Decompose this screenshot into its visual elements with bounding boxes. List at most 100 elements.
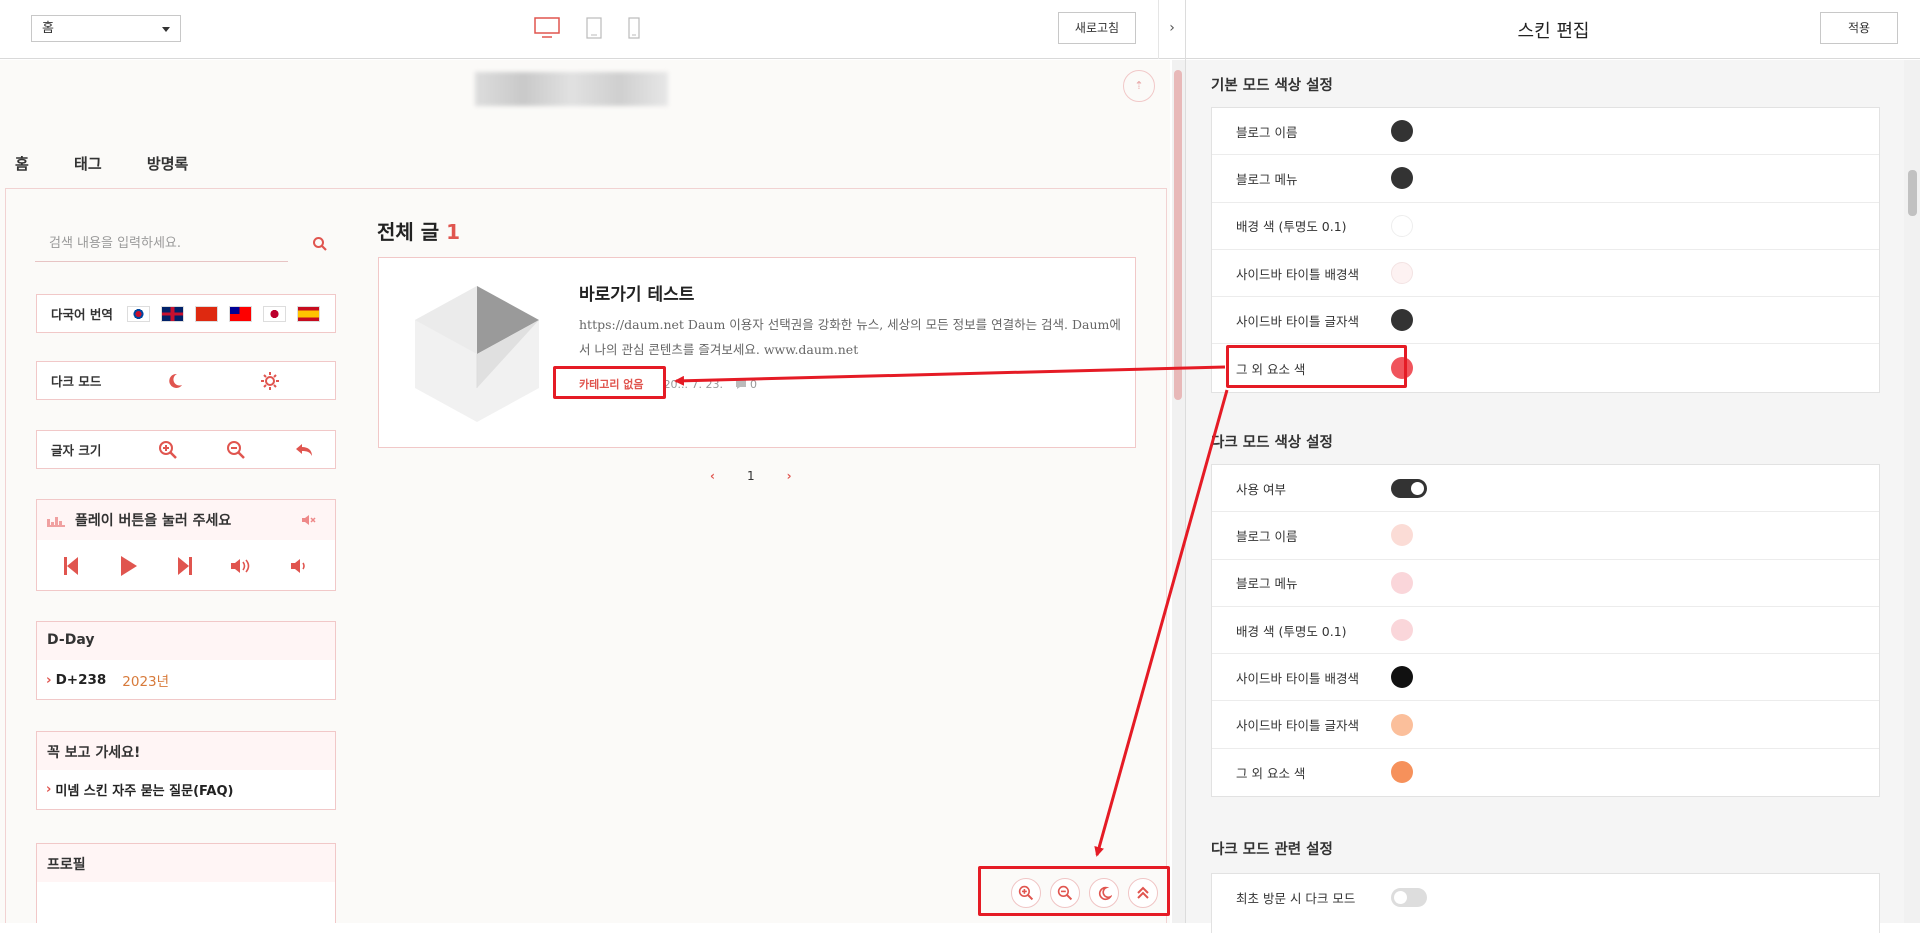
blog-preview: ⇡ 홈 태그 방명록 검색 내용을 입력하세요. 다국어 번역 다크 모드 글자…	[0, 60, 1170, 923]
color-swatch[interactable]	[1391, 666, 1413, 689]
apply-button[interactable]: 적용	[1820, 12, 1898, 44]
color-row-label: 블로그 이름	[1236, 528, 1298, 544]
mobile-icon[interactable]	[628, 17, 640, 39]
zoom-in-icon[interactable]	[158, 440, 178, 460]
sun-icon[interactable]	[261, 371, 279, 390]
moon-icon	[1098, 886, 1112, 900]
flag-uk-icon[interactable]	[160, 305, 184, 322]
translate-widget: 다국어 번역	[36, 294, 336, 333]
undo-icon[interactable]	[294, 440, 314, 460]
color-row-label: 사이드바 타이틀 배경색	[1236, 670, 1359, 686]
chevron-down-icon	[162, 27, 170, 32]
color-swatch[interactable]	[1391, 120, 1413, 143]
search-input[interactable]: 검색 내용을 입력하세요.	[35, 229, 288, 262]
panel-scrollbar[interactable]	[1904, 60, 1920, 923]
desktop-icon[interactable]	[534, 17, 560, 39]
comment-count: 0	[750, 377, 758, 391]
dark-mode-label: 다크 모드	[51, 374, 102, 389]
color-row-label: 배경 색 (투명도 0.1)	[1236, 219, 1347, 235]
page-select[interactable]: 홈	[31, 15, 181, 42]
color-row-sidebar-title-bg: 사이드바 타이틀 배경색	[1212, 250, 1879, 298]
list-title: 전체 글 1	[377, 216, 460, 245]
color-swatch[interactable]	[1391, 214, 1413, 237]
mute-icon[interactable]	[301, 513, 317, 527]
color-row-background: 배경 색 (투명도 0.1)	[1212, 203, 1879, 250]
flag-korea-icon[interactable]	[126, 305, 150, 322]
color-swatch[interactable]	[1391, 262, 1413, 285]
basic-color-section-title: 기본 모드 색상 설정	[1211, 78, 1333, 94]
profile-title: 프로필	[37, 844, 335, 882]
flag-taiwan-icon[interactable]	[228, 305, 252, 322]
flag-spain-icon[interactable]	[296, 305, 320, 322]
play-icon[interactable]	[121, 556, 137, 576]
dark-color-section-title: 다크 모드 색상 설정	[1211, 435, 1333, 451]
first-visit-toggle[interactable]	[1391, 888, 1427, 908]
collapse-panel-button[interactable]: ›	[1158, 0, 1185, 59]
dark-row-sidebar-title-text: 사이드바 타이틀 글자색	[1212, 701, 1879, 749]
nav-item-guestbook[interactable]: 방명록	[147, 155, 188, 173]
post-description: https://daum.net Daum 이용자 선택권을 강화한 뉴스, 세…	[579, 317, 1121, 357]
next-page-button[interactable]: ›	[787, 469, 792, 483]
dark-use-label: 사용 여부	[1236, 481, 1286, 497]
float-zoom-out-button[interactable]	[1050, 878, 1080, 908]
float-zoom-in-button[interactable]	[1011, 878, 1041, 908]
annotation-box-other-elements	[1226, 345, 1407, 388]
moon-icon[interactable]	[166, 372, 184, 390]
list-title-text: 전체 글	[377, 220, 440, 244]
float-top-button[interactable]	[1128, 878, 1158, 908]
color-swatch[interactable]	[1391, 713, 1413, 736]
color-swatch[interactable]	[1391, 761, 1413, 784]
color-row-label: 블로그 이름	[1236, 124, 1298, 140]
current-page[interactable]: 1	[747, 469, 755, 483]
refresh-button[interactable]: 새로고침	[1058, 12, 1136, 44]
zoom-out-icon[interactable]	[226, 440, 246, 460]
color-swatch[interactable]	[1391, 167, 1413, 190]
color-swatch[interactable]	[1391, 571, 1413, 594]
color-swatch[interactable]	[1391, 309, 1413, 332]
floating-tools	[978, 866, 1170, 916]
prev-page-button[interactable]: ‹	[710, 469, 715, 483]
color-row-label: 사이드바 타이틀 글자색	[1236, 313, 1359, 329]
color-swatch[interactable]	[1391, 524, 1413, 547]
next-track-icon[interactable]	[178, 557, 192, 575]
list-count: 1	[446, 220, 461, 244]
tablet-icon[interactable]	[586, 17, 602, 39]
float-dark-mode-button[interactable]	[1089, 878, 1119, 908]
flag-japan-icon[interactable]	[262, 305, 286, 322]
volume-up-icon[interactable]	[230, 557, 252, 575]
must-see-title: 꼭 보고 가세요!	[37, 732, 335, 770]
color-row-blog-name: 블로그 이름	[1212, 108, 1879, 156]
comment-icon	[736, 379, 747, 389]
color-row-label: 사이드바 타이틀 배경색	[1236, 266, 1359, 282]
dark-mode-widget: 다크 모드	[36, 361, 336, 400]
pagination: ‹ 1 ›	[710, 469, 792, 483]
post-title[interactable]: 바로가기 테스트	[579, 280, 694, 305]
font-size-widget: 글자 크기	[36, 430, 336, 469]
dark-use-toggle[interactable]	[1391, 478, 1427, 498]
dday-year: 2023년	[122, 673, 170, 690]
double-chevron-up-icon	[1137, 886, 1149, 899]
skin-edit-panel: 스킨 편집 적용 기본 모드 색상 설정 블로그 이름 블로그 메뉴 배경 색 …	[1185, 0, 1920, 933]
zoom-out-icon	[1057, 885, 1073, 901]
must-see-link[interactable]: 미넴 스킨 자주 묻는 질문(FAQ)	[55, 780, 233, 799]
preview-scrollbar[interactable]	[1172, 60, 1185, 923]
volume-down-icon[interactable]	[290, 557, 308, 575]
profile-widget: 프로필	[36, 843, 336, 923]
color-swatch[interactable]	[1391, 619, 1413, 642]
dark-row-blog-name: 블로그 이름	[1212, 512, 1879, 560]
previous-track-icon[interactable]	[64, 557, 78, 575]
flag-china-icon[interactable]	[194, 305, 218, 322]
scroll-top-icon[interactable]: ⇡	[1123, 70, 1155, 102]
preview-toolbar: 홈 새로고침 ›	[0, 0, 1185, 59]
dark-row-blog-menu: 블로그 메뉴	[1212, 560, 1879, 607]
post-card[interactable]: 바로가기 테스트 https://daum.net Daum 이용자 선택권을 …	[378, 257, 1136, 448]
search-icon[interactable]	[312, 236, 328, 252]
dday-title: D-Day	[37, 622, 335, 660]
panel-header: 스킨 편집 적용	[1186, 0, 1920, 59]
post-thumbnail[interactable]	[413, 284, 541, 424]
nav-item-home[interactable]: 홈	[15, 155, 29, 173]
dark-related-list: 최초 방문 시 다크 모드	[1211, 873, 1880, 933]
color-row-label: 배경 색 (투명도 0.1)	[1236, 623, 1347, 639]
nav-item-tag[interactable]: 태그	[74, 155, 102, 173]
translate-label: 다국어 번역	[51, 307, 113, 322]
